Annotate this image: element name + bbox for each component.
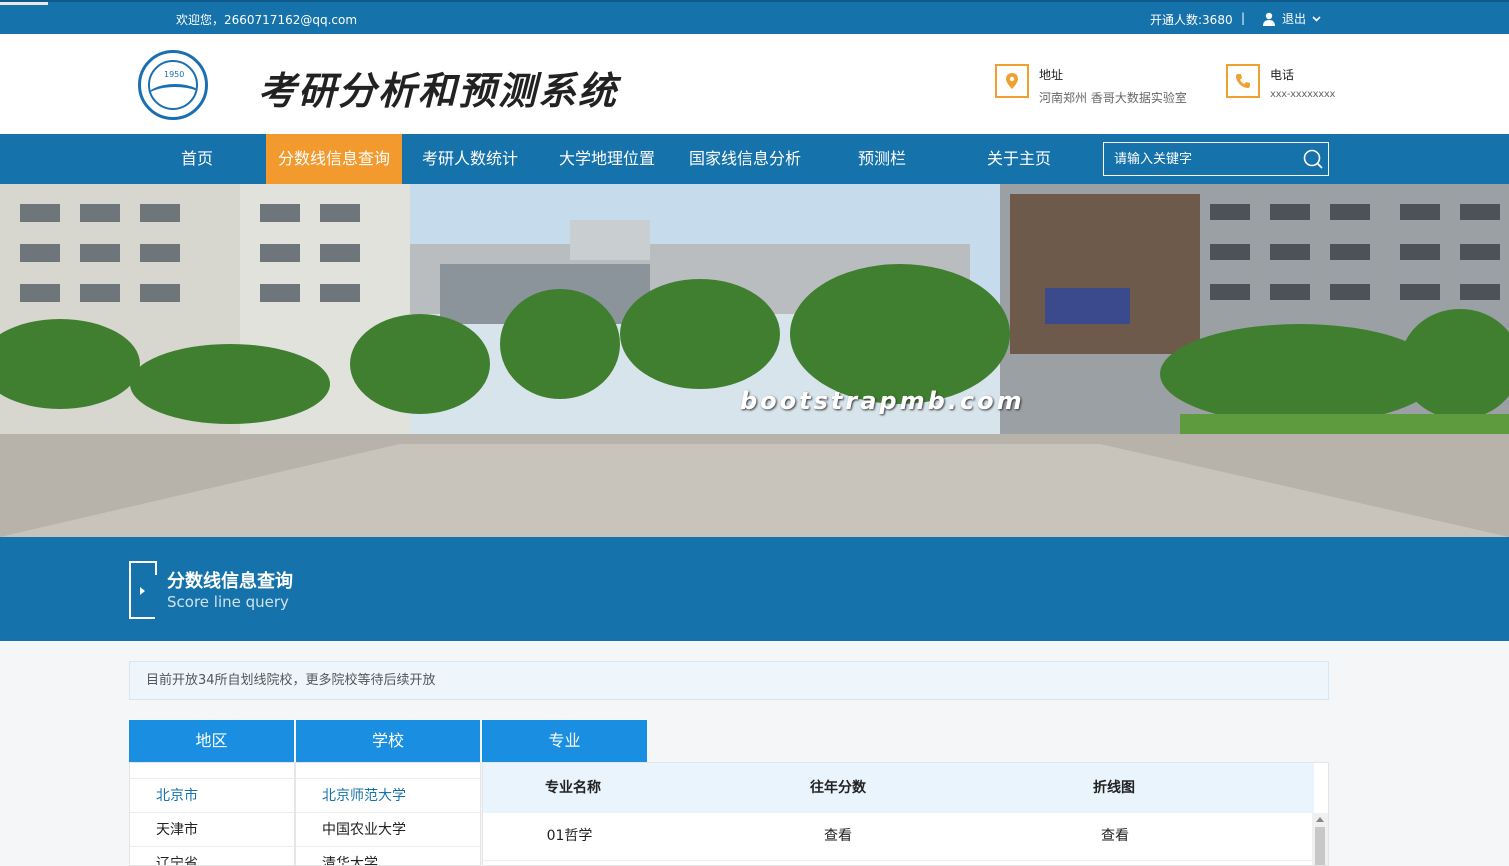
header: 1950 考研分析和预测系统 地址 河南郑州 香哥大数据实验室 电话 xxx-x… — [0, 34, 1509, 134]
nav-about[interactable]: 关于主页 — [975, 134, 1063, 184]
section-arrow-icon — [129, 561, 157, 619]
table-header: 专业名称 往年分数 折线图 — [483, 763, 1314, 813]
header-major-name: 专业名称 — [545, 780, 601, 796]
section-subtitle: Score line query — [167, 593, 289, 611]
scroll-thumb[interactable] — [1315, 827, 1325, 865]
top-bar: 欢迎您，2660717162@qq.com 开通人数:3680 | 退出 — [0, 0, 1509, 34]
nav-prediction[interactable]: 预测栏 — [842, 134, 922, 184]
phone-value: xxx-xxxxxxxx — [1270, 89, 1336, 100]
phone-title: 电话 — [1270, 68, 1295, 82]
region-list: 北京市 天津市 辽宁省 — [129, 762, 295, 866]
address-value: 河南郑州 香哥大数据实验室 — [1039, 91, 1187, 105]
separator: | — [1241, 11, 1246, 25]
user-icon — [1263, 12, 1275, 26]
view-score-link[interactable]: 查看 — [768, 825, 908, 845]
top-bar-highlight — [0, 2, 48, 5]
nav-national-line-analysis[interactable]: 国家线信息分析 — [680, 134, 810, 184]
welcome-text: 欢迎您，2660717162@qq.com — [176, 13, 358, 27]
view-chart-link[interactable]: 查看 — [1045, 825, 1185, 845]
main-nav: 首页 分数线信息查询 考研人数统计 大学地理位置 国家线信息分析 预测栏 关于主… — [0, 134, 1509, 184]
address-title: 地址 — [1039, 68, 1064, 82]
nav-university-location[interactable]: 大学地理位置 — [547, 134, 667, 184]
brand-title: 考研分析和预测系统 — [258, 68, 619, 113]
location-pin-icon — [995, 64, 1029, 98]
university-logo: 1950 — [138, 50, 208, 120]
chevron-down-icon — [1312, 15, 1321, 22]
school-item[interactable]: 清华大学 — [296, 847, 480, 865]
scroll-up-icon[interactable] — [1316, 817, 1324, 822]
region-item[interactable]: 北京市 — [130, 779, 294, 813]
notice-bar: 目前开放34所自划线院校，更多院校等待后续开放 — [129, 661, 1329, 700]
nav-score-query[interactable]: 分数线信息查询 — [266, 134, 402, 184]
section-title: 分数线信息查询 — [167, 571, 293, 592]
tab-school[interactable]: 学校 — [296, 720, 480, 762]
search-button[interactable] — [1302, 148, 1324, 174]
table-scrollbar[interactable] — [1312, 813, 1328, 865]
campus-photo — [0, 184, 1509, 537]
phone-block: 电话 xxx-xxxxxxxx — [1226, 64, 1335, 100]
region-item[interactable]: 辽宁省 — [130, 847, 294, 865]
banner-watermark: bootstrapmb.com — [740, 387, 1025, 415]
address-block: 地址 河南郑州 香哥大数据实验室 — [995, 64, 1187, 106]
major-table: 专业名称 往年分数 折线图 01哲学 查看 查看 — [482, 762, 1329, 866]
search-input[interactable] — [1104, 143, 1294, 175]
nav-home[interactable]: 首页 — [160, 134, 234, 184]
school-item[interactable]: 中国农业大学 — [296, 813, 480, 847]
search-box — [1103, 142, 1329, 176]
user-count: 开通人数:3680 — [1150, 13, 1233, 27]
header-line-chart: 折线图 — [1093, 780, 1135, 796]
header-past-score: 往年分数 — [810, 780, 866, 796]
school-item[interactable]: 北京师范大学 — [296, 779, 480, 813]
phone-icon — [1226, 64, 1260, 98]
region-item[interactable]: 天津市 — [130, 813, 294, 847]
school-list: 北京师范大学 中国农业大学 清华大学 — [295, 762, 481, 866]
section-header: 分数线信息查询 Score line query — [0, 537, 1509, 641]
logo-year: 1950 — [164, 70, 185, 79]
major-name-cell: 01哲学 — [546, 828, 593, 844]
tab-region[interactable]: 地区 — [129, 720, 294, 762]
search-icon — [1303, 149, 1323, 169]
nav-applicant-stats[interactable]: 考研人数统计 — [410, 134, 530, 184]
logout-label: 退出 — [1282, 12, 1307, 26]
tab-major[interactable]: 专业 — [482, 720, 647, 762]
campus-banner: bootstrapmb.com — [0, 184, 1509, 537]
logout-button[interactable]: 退出 — [1262, 10, 1321, 27]
